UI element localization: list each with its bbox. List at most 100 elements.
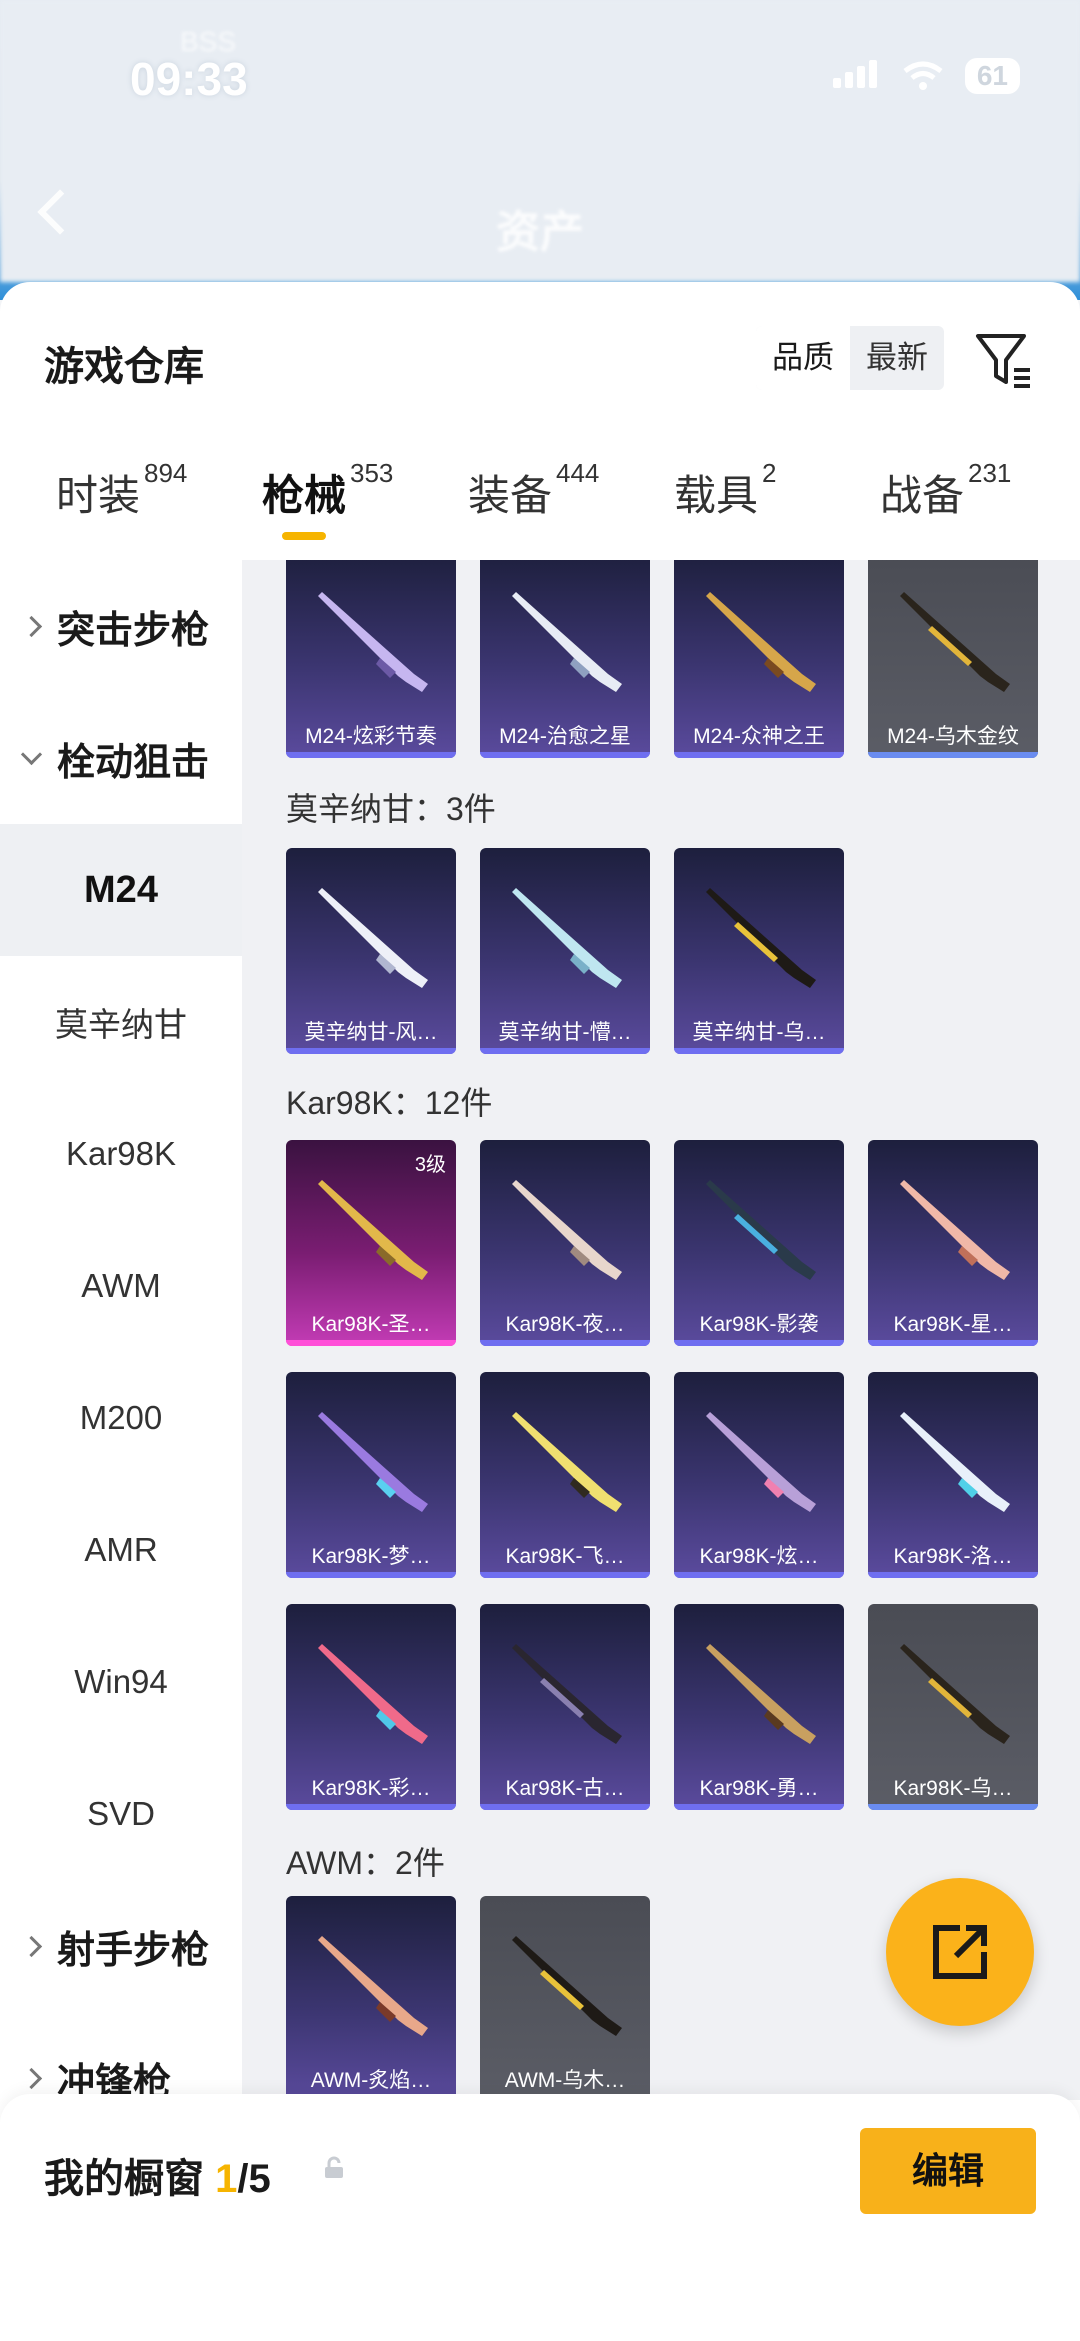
skin-card[interactable]: M24-治愈之星 [480, 560, 650, 758]
skin-name: 莫辛纳甘-懵… [498, 1021, 632, 1044]
sidebar-group-assault-rifles[interactable]: 突击步枪 [0, 560, 242, 692]
tab-guns[interactable]: 枪械 353 [262, 458, 393, 540]
sidebar-item-amr[interactable]: AMR [0, 1484, 242, 1616]
skin-card[interactable]: Kar98K-古… [480, 1604, 650, 1810]
sidebar-item-m200[interactable]: M200 [0, 1352, 242, 1484]
header-background: BSS 09:33 61 资产 [0, 0, 1080, 300]
rarity-line [286, 1340, 456, 1346]
skin-card[interactable]: Kar98K-勇… [674, 1604, 844, 1810]
edit-button[interactable]: 编辑 [860, 2128, 1036, 2214]
filter-icon[interactable] [974, 330, 1034, 390]
skin-card[interactable]: Kar98K-梦… [286, 1372, 456, 1578]
skin-name: AWM-炙焰… [310, 2069, 432, 2092]
tab-supplies[interactable]: 战备 231 [880, 458, 1011, 523]
share-icon [933, 1925, 987, 1979]
sidebar-item-win94[interactable]: Win94 [0, 1616, 242, 1748]
rifle-icon [512, 1936, 622, 2036]
share-button[interactable] [886, 1878, 1034, 2026]
showcase-label: 我的橱窗 [44, 2157, 204, 2201]
panel-title: 游戏仓库 [44, 345, 204, 389]
tab-label: 时装 [56, 472, 141, 519]
tab-count: 231 [968, 458, 1012, 488]
skin-card[interactable]: AWM-乌木… [480, 1896, 650, 2100]
sidebar-item-kar98k[interactable]: Kar98K [0, 1088, 242, 1220]
rarity-line [480, 1048, 650, 1054]
skin-name: Kar98K-夜… [505, 1313, 625, 1336]
skin-name: Kar98K-梦… [311, 1545, 431, 1568]
rifle-icon [900, 1644, 1010, 1744]
skin-name: M24-炫彩节奏 [305, 725, 437, 748]
skin-card[interactable]: M24-炫彩节奏 [286, 560, 456, 758]
skin-card[interactable]: AWM-炙焰… [286, 1896, 456, 2100]
rarity-line [868, 752, 1038, 758]
rarity-line [674, 1572, 844, 1578]
rarity-line [868, 1340, 1038, 1346]
skin-card[interactable]: Kar98K-夜… [480, 1140, 650, 1346]
rarity-line [286, 1048, 456, 1054]
status-icons: 61 [832, 58, 1020, 94]
sidebar-group-bolt-snipers[interactable]: 栓动狙击 [0, 692, 242, 824]
skin-card[interactable]: 3级 Kar98K-圣… [286, 1140, 456, 1346]
tab-equipment[interactable]: 装备 444 [468, 458, 599, 523]
weapon-grid: M24-炫彩节奏 M24-治愈之星 M24-众神之王 M24-乌木金纹 莫辛纳甘… [242, 560, 1080, 2100]
skin-name: Kar98K-勇… [699, 1777, 819, 1800]
skin-card[interactable]: 莫辛纳甘-乌… [674, 848, 844, 1054]
tab-label: 装备 [468, 472, 553, 519]
rifle-icon [512, 1180, 622, 1280]
sort-quality-option[interactable]: 品质 [756, 326, 850, 390]
rifle-icon [318, 1936, 428, 2036]
sidebar-item-mosin[interactable]: 莫辛纳甘 [0, 956, 242, 1088]
skin-card[interactable]: Kar98K-乌… [868, 1604, 1038, 1810]
rifle-icon [900, 592, 1010, 692]
status-time: 09:33 [130, 53, 248, 105]
skin-card[interactable]: M24-乌木金纹 [868, 560, 1038, 758]
rarity-line [286, 1572, 456, 1578]
tab-count: 894 [144, 458, 188, 488]
skin-card[interactable]: Kar98K-飞… [480, 1372, 650, 1578]
rarity-line [674, 1048, 844, 1054]
level-badge: 3级 [414, 1154, 446, 1176]
section-title-kar98k: Kar98K：12件 [286, 1085, 493, 1121]
rarity-line [286, 1804, 456, 1810]
rifle-icon [900, 1412, 1010, 1512]
skin-card[interactable]: Kar98K-彩… [286, 1604, 456, 1810]
wifi-icon [903, 61, 943, 90]
sort-latest-option[interactable]: 最新 [850, 326, 944, 390]
skin-card[interactable]: Kar98K-炫… [674, 1372, 844, 1578]
chevron-right-icon [20, 1935, 43, 1957]
tab-count: 444 [556, 458, 600, 488]
sidebar-item-awm[interactable]: AWM [0, 1220, 242, 1352]
skin-card[interactable]: Kar98K-洛… [868, 1372, 1038, 1578]
skin-card[interactable]: M24-众神之王 [674, 560, 844, 758]
skin-name: Kar98K-星… [893, 1313, 1013, 1336]
sidebar-group-marksman-rifles[interactable]: 射手步枪 [0, 1880, 242, 2012]
tab-label: 枪械 [262, 472, 347, 519]
tab-count: 353 [350, 458, 394, 488]
tab-fashion[interactable]: 时装 894 [56, 458, 187, 523]
rifle-icon [706, 1180, 816, 1280]
skin-card[interactable]: 莫辛纳甘-风… [286, 848, 456, 1054]
battery-indicator: 61 [964, 58, 1020, 94]
tab-vehicles[interactable]: 载具 2 [674, 458, 776, 523]
signal-icon [832, 59, 881, 93]
rarity-line [480, 1804, 650, 1810]
skin-card[interactable]: Kar98K-影袭 [674, 1140, 844, 1346]
sidebar-item-svd[interactable]: SVD [0, 1748, 242, 1880]
rifle-icon [318, 888, 428, 988]
category-tabs: 时装 894 枪械 353 装备 444 载具 2 战备 231 [0, 458, 1080, 562]
skin-card[interactable]: 莫辛纳甘-懵… [480, 848, 650, 1054]
skin-name: Kar98K-乌… [893, 1777, 1013, 1800]
skin-name: Kar98K-彩… [311, 1777, 431, 1800]
showcase-bar: 我的橱窗 1/5 编辑 [0, 2094, 1080, 2341]
nav-title: 资产 [496, 208, 584, 257]
showcase-current: 1 [215, 2157, 238, 2201]
showcase-total: /5 [237, 2157, 271, 2201]
skin-name: AWM-乌木… [504, 2069, 626, 2092]
tab-label: 战备 [880, 472, 965, 519]
sort-toggle[interactable]: 品质 最新 [756, 326, 944, 390]
skin-card[interactable]: Kar98K-星… [868, 1140, 1038, 1346]
sidebar-item-m24[interactable]: M24 [0, 824, 242, 956]
skin-name: 莫辛纳甘-风… [304, 1021, 438, 1044]
skin-name: Kar98K-炫… [699, 1545, 819, 1568]
skin-name: M24-乌木金纹 [887, 725, 1019, 748]
